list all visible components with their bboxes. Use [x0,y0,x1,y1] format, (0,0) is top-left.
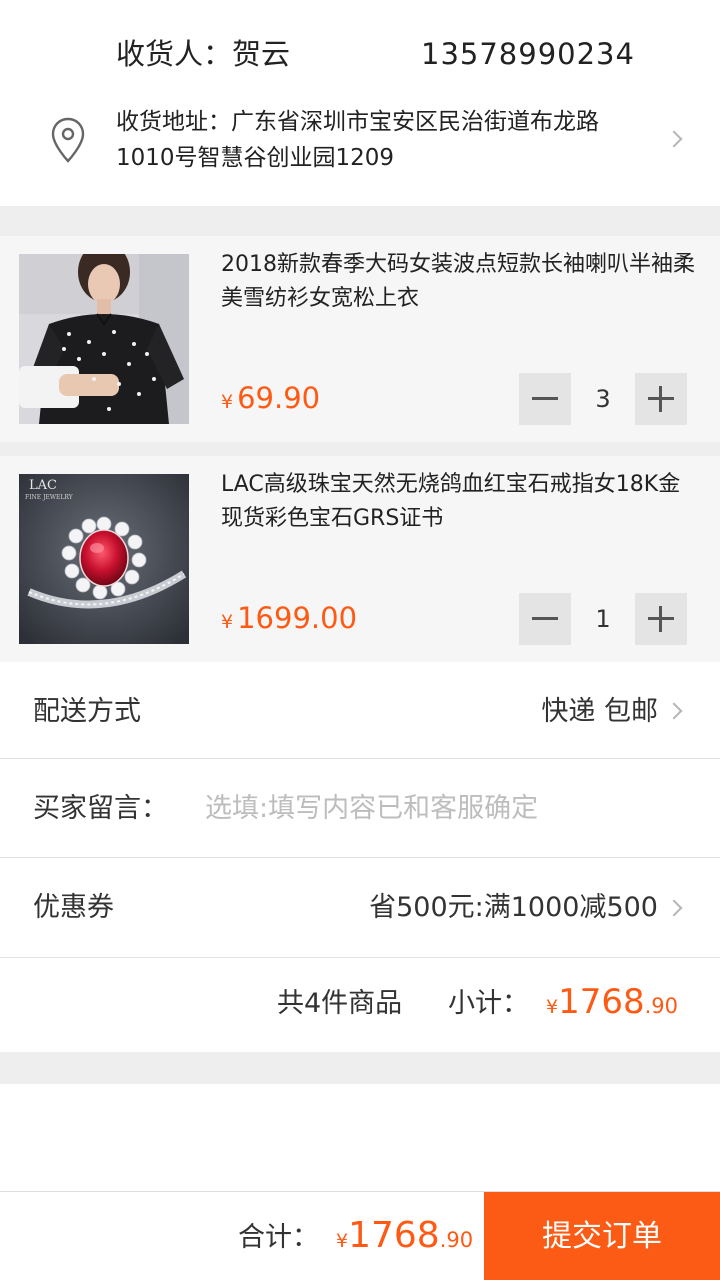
product-title[interactable]: 2018新款春季大码女装波点短款长袖喇叭半袖柔美雪纺衫女宽松上衣 [221,248,701,316]
subtotal-amount: ¥1768.90 [546,980,678,1030]
minus-icon [532,397,558,400]
decrease-quantity-button[interactable] [519,373,571,425]
item-divider [0,442,720,456]
total-label: 合计： [238,1222,319,1253]
product-price: ¥69.90 [221,376,320,424]
location-pin-icon [51,117,85,163]
plus-icon-vertical [659,386,662,412]
product-title[interactable]: LAC高级珠宝天然无烧鸽血红宝石戒指女18K金现货彩色宝石GRS证书 [221,468,701,536]
total-amount: ¥1768.90 [336,1212,473,1266]
quantity-stepper: 3 [519,373,687,425]
subtotal-row: 共4件商品 小计： ¥1768.90 [0,958,720,1052]
shipping-address-section[interactable]: 收货人：贺云 13578990234 收货地址：广东省深圳市宝安区民治街道布龙路… [0,0,720,206]
brand-logo: LAC [29,478,57,493]
receiver-label: 收货人： [116,37,233,71]
product-price: ¥1699.00 [221,596,357,644]
subtotal-label: 小计： [448,988,529,1019]
coupon-row[interactable]: 优惠券 省500元:满1000减500 [0,858,720,958]
plus-icon-vertical [659,606,662,632]
delivery-value: 快递 包邮 [541,696,658,727]
address-text: 收货地址：广东省深圳市宝安区民治街道布龙路1010号智慧谷创业园1209 [116,104,656,176]
checkout-bar: 合计： ¥1768.90 提交订单 [0,1191,720,1280]
minus-icon [532,617,558,620]
item-count: 共4件商品 [277,988,403,1019]
chevron-right-icon [665,702,683,720]
product-image[interactable] [19,254,189,424]
product-image[interactable]: LAC FINE JEWELRY [19,474,189,644]
section-divider [0,1052,720,1084]
brand-tagline: FINE JEWELRY [25,494,74,501]
chevron-right-icon [665,899,683,917]
cart-item: 2018新款春季大码女装波点短款长袖喇叭半袖柔美雪纺衫女宽松上衣 ¥69.90 … [0,236,720,442]
quantity-value[interactable]: 3 [571,373,635,425]
quantity-value[interactable]: 1 [571,593,635,645]
submit-order-button[interactable]: 提交订单 [484,1192,720,1280]
currency-symbol: ¥ [546,996,559,1018]
price-value: 69.90 [237,381,321,415]
address-label: 收货地址： [116,109,231,135]
chevron-right-icon [665,130,683,148]
total-integer: 1768 [348,1215,440,1256]
section-divider [0,206,720,236]
receiver-phone: 13578990234 [421,37,635,71]
subtotal-decimal: .90 [644,994,679,1018]
quantity-stepper: 1 [519,593,687,645]
receiver-name-value: 贺云 [232,37,291,71]
currency-symbol: ¥ [221,611,234,633]
delivery-method-row[interactable]: 配送方式 快递 包邮 [0,662,720,759]
subtotal-integer: 1768 [558,982,645,1022]
cart-item: LAC FINE JEWELRY LAC高级珠宝天然无烧鸽血红宝石戒指女18K金… [0,456,720,662]
ruby-ring-photo: LAC FINE JEWELRY [19,474,189,644]
delivery-label: 配送方式 [33,696,141,727]
buyer-message-label: 买家留言： [33,793,168,824]
receiver-name: 收货人：贺云 [116,32,290,76]
decrease-quantity-button[interactable] [519,593,571,645]
currency-symbol: ¥ [336,1230,349,1252]
increase-quantity-button[interactable] [635,373,687,425]
coupon-label: 优惠券 [33,892,114,923]
currency-symbol: ¥ [221,391,234,413]
total-decimal: .90 [439,1228,474,1252]
increase-quantity-button[interactable] [635,593,687,645]
price-value: 1699.00 [237,601,358,635]
coupon-value: 省500元:满1000减500 [369,892,658,923]
polka-dot-blouse-photo [19,254,189,424]
buyer-message-row: 买家留言： [0,759,720,858]
buyer-message-input[interactable] [205,786,685,830]
